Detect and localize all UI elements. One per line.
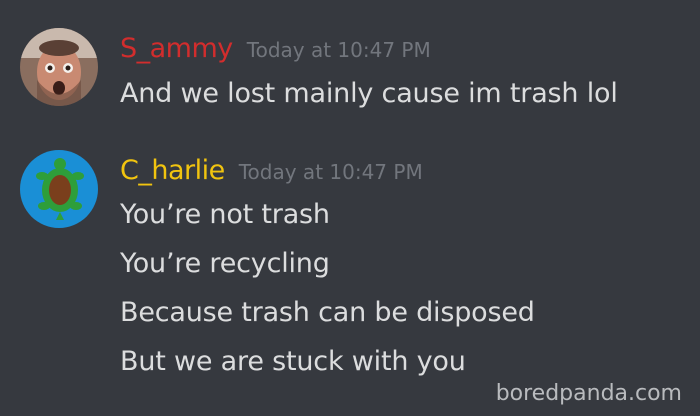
- timestamp: Today at 10:47 PM: [246, 38, 431, 62]
- username[interactable]: S_ammy: [120, 33, 233, 64]
- user-avatar[interactable]: [20, 28, 98, 106]
- timestamp: Today at 10:47 PM: [238, 160, 423, 184]
- message-text: And we lost mainly cause im trash lol: [120, 78, 618, 109]
- username[interactable]: C_harlie: [120, 155, 225, 186]
- user-photo-icon: [20, 28, 98, 106]
- message-text: But we are stuck with you: [120, 346, 466, 377]
- message-text: Because trash can be disposed: [120, 297, 535, 328]
- watermark: boredpanda.com: [495, 381, 682, 406]
- message-text: You’re recycling: [120, 248, 330, 279]
- message-text: You’re not trash: [120, 199, 330, 230]
- message-header: S_ammy Today at 10:47 PM: [120, 33, 431, 64]
- turtle-icon: [20, 150, 98, 228]
- message-header: C_harlie Today at 10:47 PM: [120, 155, 423, 186]
- user-avatar[interactable]: [20, 150, 98, 228]
